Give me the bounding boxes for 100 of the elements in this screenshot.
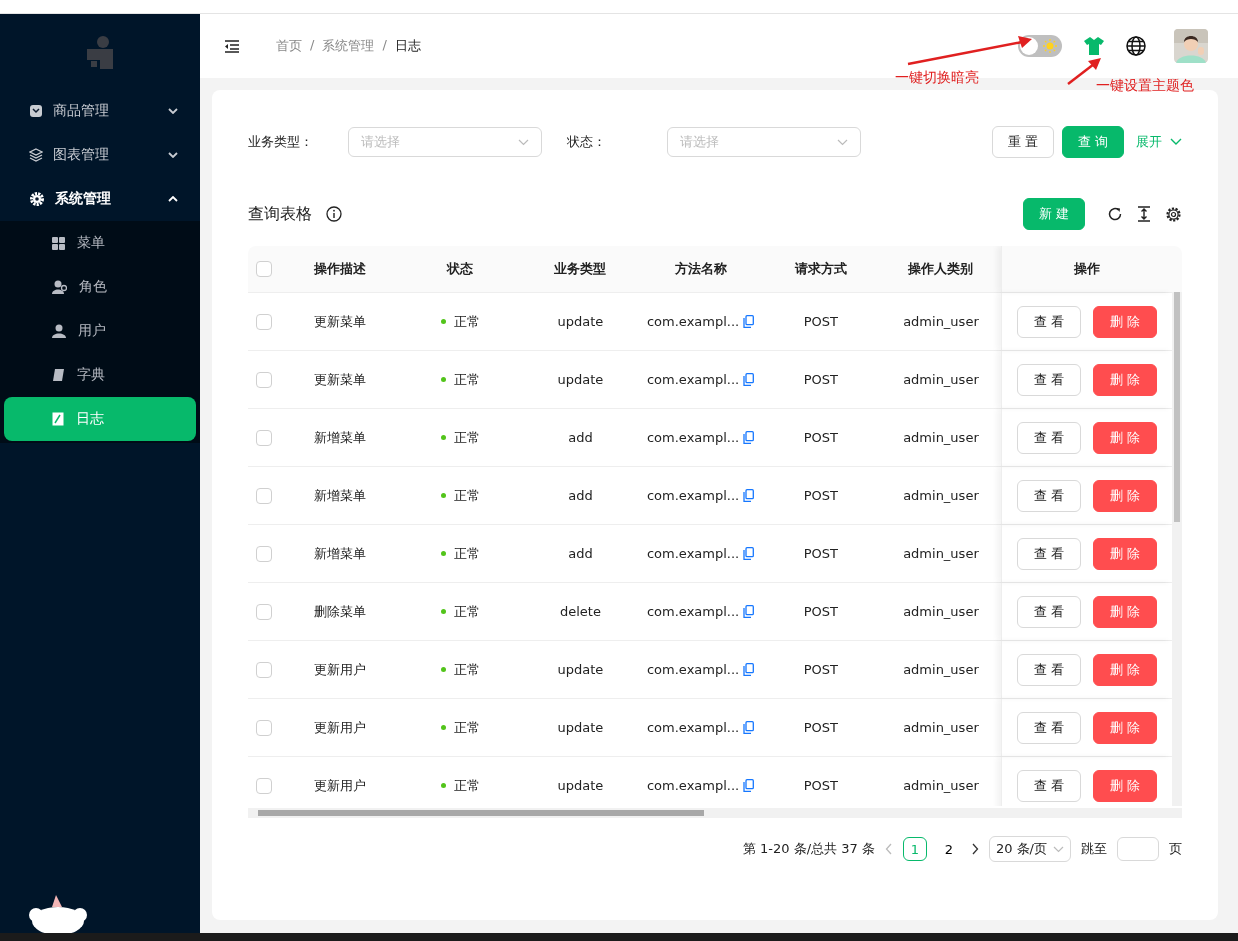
jump-input[interactable] bbox=[1117, 837, 1159, 861]
status-dot bbox=[440, 493, 446, 498]
table-cell: 更新菜单 bbox=[314, 312, 367, 331]
table-cell: update bbox=[557, 314, 604, 329]
copy-icon[interactable] bbox=[743, 489, 755, 502]
table-cell: 正常 bbox=[440, 660, 480, 679]
copy-icon[interactable] bbox=[743, 373, 755, 386]
next-page-icon[interactable] bbox=[970, 843, 979, 855]
table-cell: 新增菜单 bbox=[314, 428, 367, 447]
menu-item[interactable]: 商品管理 bbox=[0, 89, 200, 133]
table-cell: delete bbox=[559, 604, 601, 619]
table-cell: 正常 bbox=[440, 312, 480, 331]
theme-toggle[interactable] bbox=[1018, 35, 1062, 57]
chevron-icon bbox=[1053, 845, 1064, 853]
vertical-scrollbar[interactable] bbox=[1172, 292, 1182, 806]
table-cell: com.exampl... bbox=[646, 546, 740, 561]
table-cell: admin_user bbox=[903, 314, 979, 329]
view-button[interactable]: 查 看 bbox=[1016, 595, 1082, 628]
grid-icon bbox=[52, 236, 65, 250]
copy-icon[interactable] bbox=[743, 315, 755, 328]
status-dot bbox=[440, 609, 446, 614]
notepad-icon bbox=[52, 412, 64, 426]
row-checkbox[interactable] bbox=[256, 429, 272, 446]
table-cell: com.exampl... bbox=[646, 662, 740, 677]
table-cell: 更新用户 bbox=[314, 718, 367, 737]
user-gear-icon bbox=[52, 280, 67, 294]
copy-icon[interactable] bbox=[743, 663, 755, 676]
table-cell: com.exampl... bbox=[646, 488, 740, 503]
reset-button[interactable]: 重 置 bbox=[991, 126, 1054, 158]
copy-icon[interactable] bbox=[743, 605, 755, 618]
submenu-item[interactable]: 用户 bbox=[0, 309, 200, 353]
column-header: 操作人类别 bbox=[907, 260, 975, 278]
status-dot bbox=[440, 725, 446, 730]
submenu-item[interactable]: 菜单 bbox=[0, 221, 200, 265]
table-cell: POST bbox=[803, 778, 838, 793]
submenu-item[interactable]: 角色 bbox=[0, 265, 200, 309]
view-button[interactable]: 查 看 bbox=[1016, 479, 1082, 512]
row-checkbox[interactable] bbox=[256, 487, 272, 504]
info-icon[interactable] bbox=[326, 206, 342, 222]
table-cell: POST bbox=[803, 604, 838, 619]
table-cell: 正常 bbox=[440, 718, 480, 737]
table-cell: 新增菜单 bbox=[314, 486, 367, 505]
density-icon[interactable] bbox=[1137, 206, 1151, 222]
row-checkbox[interactable] bbox=[256, 661, 272, 678]
row-checkbox[interactable] bbox=[256, 603, 272, 620]
view-button[interactable]: 查 看 bbox=[1016, 305, 1082, 338]
chevron-icon bbox=[518, 138, 529, 146]
chevron-icon bbox=[1170, 138, 1182, 146]
page-unit: 页 bbox=[1169, 840, 1182, 858]
column-header: 业务类型 bbox=[553, 260, 608, 278]
table-cell: POST bbox=[803, 720, 838, 735]
table-cell: 正常 bbox=[440, 370, 480, 389]
view-button[interactable]: 查 看 bbox=[1016, 653, 1082, 686]
row-checkbox[interactable] bbox=[256, 777, 272, 794]
view-button[interactable]: 查 看 bbox=[1016, 769, 1082, 802]
table-title: 查询表格 bbox=[248, 203, 312, 225]
table-cell: 正常 bbox=[440, 776, 480, 795]
view-button[interactable]: 查 看 bbox=[1016, 363, 1082, 396]
annotation-text: 一键设置主题色 bbox=[1096, 77, 1194, 95]
table-cell: com.exampl... bbox=[646, 430, 740, 445]
table-cell: 更新用户 bbox=[314, 660, 367, 679]
horizontal-scrollbar[interactable] bbox=[248, 808, 1182, 818]
page-size-select[interactable]: 20 条/页 bbox=[988, 836, 1071, 862]
user-icon bbox=[52, 324, 66, 338]
copy-icon[interactable] bbox=[743, 431, 755, 444]
view-button[interactable]: 查 看 bbox=[1016, 421, 1082, 454]
breadcrumb-item[interactable]: 首页 bbox=[276, 37, 302, 55]
table-cell: POST bbox=[803, 546, 838, 561]
row-checkbox[interactable] bbox=[256, 719, 272, 736]
table-cell: admin_user bbox=[903, 604, 979, 619]
table-cell: add bbox=[568, 430, 593, 445]
column-header: 操作描述 bbox=[313, 260, 368, 278]
row-checkbox[interactable] bbox=[256, 545, 272, 562]
table-cell: com.exampl... bbox=[646, 778, 740, 793]
select-all-checkbox[interactable] bbox=[256, 261, 272, 277]
copy-icon[interactable] bbox=[743, 779, 755, 792]
jump-label: 跳至 bbox=[1081, 840, 1107, 858]
globe-icon[interactable] bbox=[1126, 36, 1146, 56]
table-cell: 正常 bbox=[440, 544, 480, 563]
copy-icon[interactable] bbox=[743, 547, 755, 560]
menu-item[interactable]: 图表管理 bbox=[0, 133, 200, 177]
table-cell: admin_user bbox=[903, 488, 979, 503]
view-button[interactable]: 查 看 bbox=[1016, 537, 1082, 570]
row-checkbox[interactable] bbox=[256, 313, 272, 330]
bag-icon bbox=[29, 104, 43, 118]
menu-icon[interactable] bbox=[224, 39, 240, 53]
settings-icon[interactable] bbox=[1165, 205, 1182, 223]
breadcrumb-item[interactable]: 系统管理 bbox=[322, 37, 375, 55]
submenu-item[interactable]: 字典 bbox=[0, 353, 200, 397]
refresh-icon[interactable] bbox=[1107, 206, 1123, 222]
row-checkbox[interactable] bbox=[256, 371, 272, 388]
menu-item[interactable]: 系统管理 bbox=[0, 177, 200, 221]
copy-icon[interactable] bbox=[743, 721, 755, 734]
status-dot bbox=[440, 435, 446, 440]
table-cell: 正常 bbox=[440, 602, 480, 621]
view-button[interactable]: 查 看 bbox=[1016, 711, 1082, 744]
logo-icon bbox=[85, 34, 115, 69]
table-cell: com.exampl... bbox=[646, 720, 740, 735]
column-header: 操作 bbox=[1001, 246, 1173, 292]
tshirt-icon[interactable] bbox=[1084, 37, 1104, 55]
